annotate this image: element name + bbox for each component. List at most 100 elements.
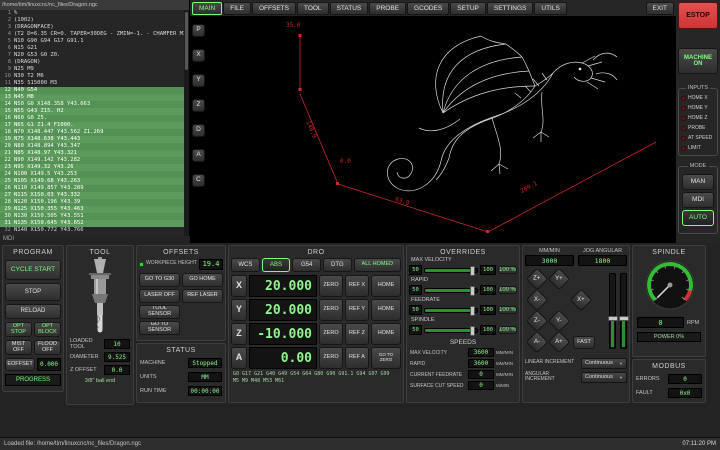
menu-tab-probe[interactable]: PROBE bbox=[369, 2, 406, 15]
jog-button-x+[interactable]: X+ bbox=[570, 289, 593, 312]
axis-button-a[interactable]: A bbox=[231, 347, 247, 369]
machine-on-button[interactable]: MACHINE ON bbox=[678, 48, 718, 74]
jog-button-fast[interactable]: FAST bbox=[573, 336, 595, 349]
linear-increment-dropdown[interactable]: Continuous ▼ bbox=[581, 358, 627, 369]
gcode-line[interactable]: 8(DRAGON) bbox=[0, 59, 184, 66]
gcode-scrollbar[interactable] bbox=[184, 10, 189, 236]
gcode-line[interactable]: 10N30 T2 M6 bbox=[0, 73, 184, 80]
jog-button-x-[interactable]: X- bbox=[526, 289, 549, 312]
mode-button-man[interactable]: MAN bbox=[682, 174, 714, 190]
mode-button-mdi[interactable]: MDI bbox=[682, 192, 714, 208]
gcode-line[interactable]: 22N90 X149.142 Y43.282 bbox=[0, 157, 184, 164]
gcode-line[interactable]: 25N105 X149.68 Y43.263 bbox=[0, 178, 184, 185]
gcode-line[interactable]: 27N115 X150.03 Y43.332 bbox=[0, 192, 184, 199]
gcode-line[interactable]: 5N10 G90 G94 G17 G91.1 bbox=[0, 38, 184, 45]
gcode-line[interactable]: 2(1002) bbox=[0, 17, 184, 24]
override-reset-button[interactable]: 100 % bbox=[498, 286, 517, 294]
override-slider-spindle[interactable] bbox=[424, 328, 478, 333]
axis-button-x[interactable]: X bbox=[231, 275, 247, 297]
mode-button-auto[interactable]: AUTO bbox=[682, 210, 714, 226]
offsets-button-go-to-sensor[interactable]: GO TO SENSOR bbox=[139, 321, 180, 335]
opt-stop-button[interactable]: OPT STOP bbox=[5, 322, 32, 337]
mist-button[interactable]: MIST OFF bbox=[5, 340, 32, 355]
gcode-line[interactable]: 30N130 X150.505 Y43.551 bbox=[0, 213, 184, 220]
home-button-y[interactable]: HOME bbox=[371, 299, 401, 321]
gcode-line[interactable]: 20N80 X148.894 Y43.347 bbox=[0, 143, 184, 150]
view-button-x[interactable]: X bbox=[192, 49, 205, 62]
gcode-listing[interactable]: 1%2(1002)3(DRAGONFACE)4(T2 D=6.35 CR=0. … bbox=[0, 10, 184, 236]
gcode-line[interactable]: 23N95 X149.32 Y43.26 bbox=[0, 164, 184, 171]
jog-button-a+[interactable]: A+ bbox=[548, 331, 571, 354]
override-slider-max-velocity[interactable] bbox=[424, 268, 478, 273]
jog-button-y-[interactable]: Y- bbox=[548, 310, 571, 333]
menu-tab-settings[interactable]: SETTINGS bbox=[487, 2, 534, 15]
estop-button[interactable]: ESTOP bbox=[678, 2, 718, 29]
offsets-button-go-to-g30[interactable]: GO TO G30 bbox=[139, 273, 180, 287]
ref-button-y[interactable]: REF Y bbox=[345, 299, 369, 321]
gcode-line[interactable]: 31N135 X150.645 Y43.652 bbox=[0, 220, 184, 227]
gcode-line[interactable]: 6N15 G21 bbox=[0, 45, 184, 52]
gcode-line[interactable]: 14N50 G0 X148.358 Y43.663 bbox=[0, 101, 184, 108]
ref-button-z[interactable]: REF Z bbox=[345, 323, 369, 345]
ref-button-x[interactable]: REF X bbox=[345, 275, 369, 297]
eoffset-button[interactable]: EOFFSET bbox=[5, 358, 35, 371]
view-button-y[interactable]: Y bbox=[192, 74, 205, 87]
menu-tab-exit[interactable]: EXIT bbox=[646, 2, 674, 15]
menu-tab-status[interactable]: STATUS bbox=[330, 2, 369, 15]
gcode-line[interactable]: 28N120 X150.196 Y43.39 bbox=[0, 199, 184, 206]
gcode-line[interactable]: 24N100 X149.5 Y43.253 bbox=[0, 171, 184, 178]
ref-button-a[interactable]: REF A bbox=[345, 347, 369, 369]
zero-button-x[interactable]: ZERO bbox=[319, 275, 343, 297]
override-reset-button[interactable]: 100 % bbox=[498, 326, 517, 334]
dro-header-wcs[interactable]: WCS bbox=[231, 258, 260, 272]
gcode-line[interactable]: 4(T2 D=6.35 CR=0. TAPER=30DEG - ZMIN=-1.… bbox=[0, 31, 184, 38]
dro-header-dtg[interactable]: DTG bbox=[323, 258, 352, 272]
gcode-line[interactable]: 19N75 X148.638 Y43.443 bbox=[0, 136, 184, 143]
gcode-line[interactable]: 1% bbox=[0, 10, 184, 17]
zero-button-z[interactable]: ZERO bbox=[319, 323, 343, 345]
axis-button-z[interactable]: Z bbox=[231, 323, 247, 345]
home-button-a[interactable]: GO TO ZERO bbox=[371, 347, 401, 369]
menu-tab-setup[interactable]: SETUP bbox=[450, 2, 486, 15]
home-button-z[interactable]: HOME bbox=[371, 323, 401, 345]
dro-header-all-homed[interactable]: ALL HOMED bbox=[354, 258, 401, 272]
offsets-button-tool-sensor[interactable]: TOOL SENSOR bbox=[139, 305, 180, 319]
slider-handle-icon[interactable] bbox=[470, 326, 475, 336]
gcode-line[interactable]: 26N110 X149.857 Y43.289 bbox=[0, 185, 184, 192]
gcode-line[interactable]: 18N70 X148.447 Y43.562 Z1.269 bbox=[0, 129, 184, 136]
menu-tab-utils[interactable]: UTILS bbox=[534, 2, 566, 15]
gcode-preview[interactable]: 35.0 140.9 63.9 209.1 0.0 PXYZDAC bbox=[190, 16, 676, 243]
menu-tab-main[interactable]: MAIN bbox=[192, 2, 222, 15]
slider-handle-icon[interactable] bbox=[619, 316, 629, 321]
menu-tab-gcodes[interactable]: GCODES bbox=[407, 2, 449, 15]
override-slider-rapid[interactable] bbox=[424, 288, 478, 293]
menu-tab-file[interactable]: FILE bbox=[223, 2, 251, 15]
zero-button-y[interactable]: ZERO bbox=[319, 299, 343, 321]
gcode-line[interactable]: 29N125 X150.355 Y43.463 bbox=[0, 206, 184, 213]
dro-header-abs[interactable]: ABS bbox=[262, 258, 291, 272]
override-reset-button[interactable]: 100 % bbox=[498, 306, 517, 314]
jog-button-y+[interactable]: Y+ bbox=[548, 268, 571, 291]
offsets-button-go-home[interactable]: GO HOME bbox=[182, 273, 223, 287]
view-button-p[interactable]: P bbox=[192, 24, 205, 37]
gcode-line[interactable]: 32N140 X150.772 Y43.766 bbox=[0, 227, 184, 234]
view-button-z[interactable]: Z bbox=[192, 99, 205, 112]
gcode-line[interactable]: 12N40 G54 bbox=[0, 87, 184, 94]
menu-tab-tool[interactable]: TOOL bbox=[297, 2, 329, 15]
zero-button-a[interactable]: ZERO bbox=[319, 347, 343, 369]
view-button-d[interactable]: D bbox=[192, 124, 205, 137]
view-button-a[interactable]: A bbox=[192, 149, 205, 162]
jog-button-z-[interactable]: Z- bbox=[526, 310, 549, 333]
gcode-line[interactable]: 13N45 M8 bbox=[0, 94, 184, 101]
gcode-line[interactable]: 11N35 S15000 M3 bbox=[0, 80, 184, 87]
slider-handle-icon[interactable] bbox=[470, 266, 475, 276]
offsets-button-laser-off[interactable]: LASER OFF bbox=[139, 289, 180, 303]
override-reset-button[interactable]: 100 % bbox=[498, 266, 517, 274]
slider-handle-icon[interactable] bbox=[470, 286, 475, 296]
gcode-line[interactable]: 9N25 M9 bbox=[0, 66, 184, 73]
reload-button[interactable]: RELOAD bbox=[5, 304, 61, 319]
angular-increment-dropdown[interactable]: Continuous ▼ bbox=[581, 372, 627, 383]
slider-handle-icon[interactable] bbox=[470, 306, 475, 316]
offsets-button-ref-laser[interactable]: REF LASER bbox=[182, 289, 223, 303]
view-button-c[interactable]: C bbox=[192, 174, 205, 187]
